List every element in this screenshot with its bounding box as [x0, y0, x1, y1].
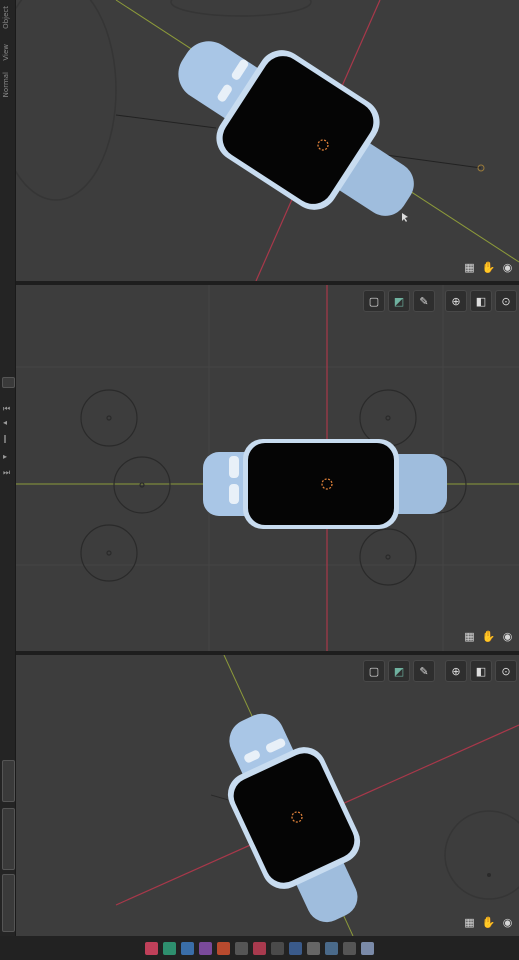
- watch-button: [229, 484, 239, 504]
- middle-header-tools: ▢ ◩ ✎ ⊕ ◧ ⊙: [363, 290, 517, 312]
- middle-viewport[interactable]: ▢ ◩ ✎ ⊕ ◧ ⊙ ▦ ✋ ◉: [16, 285, 519, 651]
- select-box-icon[interactable]: ▢: [363, 660, 385, 682]
- side-panel-tab-2[interactable]: [2, 808, 15, 870]
- annotate-icon[interactable]: ✎: [413, 660, 435, 682]
- gizmo-icon[interactable]: ⊙: [495, 290, 517, 312]
- step-forward-icon[interactable]: ⏭: [3, 468, 10, 478]
- middle-viewport-scene: [16, 285, 519, 651]
- side-panel-tab[interactable]: [2, 760, 15, 802]
- prev-key-icon[interactable]: ◂: [3, 418, 7, 427]
- bottom-viewport[interactable]: ▢ ◩ ✎ ⊕ ◧ ⊙ ▦ ✋ ◉: [16, 655, 519, 936]
- bottom-viewport-scene: [115, 655, 519, 936]
- top-viewport-scene: [16, 0, 519, 281]
- app-icon-6[interactable]: [235, 941, 248, 955]
- app-icon-13[interactable]: [361, 941, 374, 955]
- app-icon-7[interactable]: [253, 941, 266, 955]
- hand-icon[interactable]: ✋: [481, 915, 496, 930]
- watch-model: [227, 713, 361, 923]
- shading-icon[interactable]: ◩: [388, 660, 410, 682]
- light-direction-line: [115, 114, 217, 129]
- select-box-icon[interactable]: ▢: [363, 290, 385, 312]
- menu-view[interactable]: View: [2, 44, 10, 61]
- light-circle: [444, 810, 519, 900]
- app-icon-12[interactable]: [343, 941, 356, 955]
- menu-normal[interactable]: Normal: [2, 72, 10, 97]
- top-viewport[interactable]: ▦ ✋ ◉: [16, 0, 519, 281]
- menu-object[interactable]: Object: [2, 6, 10, 29]
- watch-crown: [229, 456, 239, 478]
- watch-screen: [248, 443, 394, 525]
- gizmo-icon[interactable]: ⊙: [495, 660, 517, 682]
- mouse-cursor-icon: [402, 213, 408, 222]
- app-icon-11[interactable]: [325, 941, 338, 955]
- watch-model: [178, 41, 414, 216]
- app-icon-9[interactable]: [289, 941, 302, 955]
- bottom-header-tools: ▢ ◩ ✎ ⊕ ◧ ⊙: [363, 660, 517, 682]
- app-icon-2[interactable]: [163, 941, 176, 955]
- side-panel-tab-3[interactable]: [2, 874, 15, 932]
- grid-icon[interactable]: ▦: [462, 260, 477, 275]
- app-icon-8[interactable]: [271, 941, 284, 955]
- hand-icon[interactable]: ✋: [481, 260, 496, 275]
- bottom-nav-tools: ▦ ✋ ◉: [462, 915, 515, 930]
- grid-icon[interactable]: ▦: [462, 629, 477, 644]
- pause-icon[interactable]: ‖: [3, 434, 7, 443]
- annotate-icon[interactable]: ✎: [413, 290, 435, 312]
- next-key-icon[interactable]: ▸: [3, 452, 7, 461]
- step-back-icon[interactable]: ⏮: [3, 404, 10, 414]
- camera-icon[interactable]: ◉: [500, 260, 515, 275]
- app-icon-5[interactable]: [217, 941, 230, 955]
- app-icon-1[interactable]: [145, 941, 158, 955]
- watch-model: [203, 439, 447, 529]
- overlay-icon[interactable]: ◧: [470, 660, 492, 682]
- left-toolbar-strip: Object View Normal ⏮ ◂ ‖ ▸ ⏭: [0, 0, 16, 960]
- pivot-icon[interactable]: ⊕: [445, 660, 467, 682]
- app-icon-10[interactable]: [307, 941, 320, 955]
- camera-icon[interactable]: ◉: [500, 915, 515, 930]
- app-icon-3[interactable]: [181, 941, 194, 955]
- camera-icon[interactable]: ◉: [500, 629, 515, 644]
- overlay-icon[interactable]: ◧: [470, 290, 492, 312]
- hand-icon[interactable]: ✋: [481, 629, 496, 644]
- app-icon-4[interactable]: [199, 941, 212, 955]
- grid-icon[interactable]: ▦: [462, 915, 477, 930]
- light-circle: [170, 0, 312, 17]
- pivot-icon[interactable]: ⊕: [445, 290, 467, 312]
- shading-icon[interactable]: ◩: [388, 290, 410, 312]
- middle-nav-tools: ▦ ✋ ◉: [462, 629, 515, 644]
- taskbar: [0, 936, 519, 960]
- light-circle: [16, 0, 117, 201]
- toolbar-toggle-button[interactable]: [2, 377, 15, 388]
- top-nav-tools: ▦ ✋ ◉: [462, 260, 515, 275]
